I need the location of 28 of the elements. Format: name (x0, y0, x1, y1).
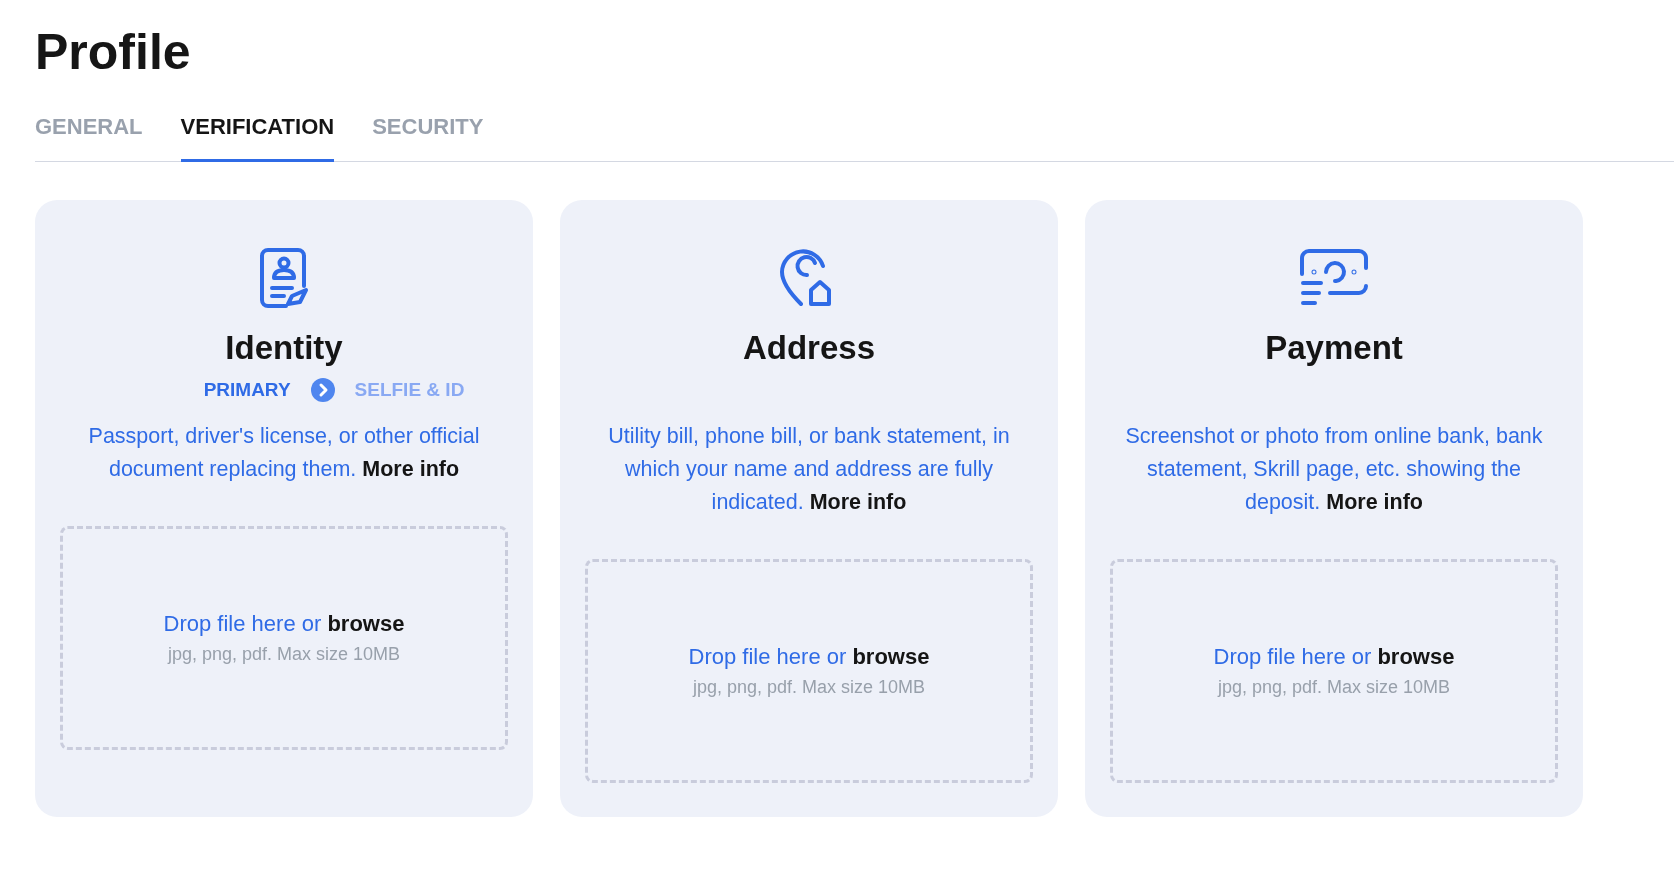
file-drop-zone[interactable]: Drop file here or browse jpg, png, pdf. Max size 10MB (60, 526, 508, 750)
step-label: PRIMARY (203, 377, 291, 402)
drop-instruction: Drop file here or browse (688, 642, 930, 671)
file-type-hint: jpg, png, pdf. Max size 10MB (1217, 675, 1451, 699)
id-document-icon (260, 248, 308, 308)
card-title: Address (742, 328, 876, 368)
card-title: Identity (225, 328, 343, 368)
money-icon (1300, 248, 1368, 308)
browse-link[interactable]: browse (327, 610, 405, 636)
more-info-link[interactable]: More info (809, 490, 907, 514)
drop-instruction: Drop file here or browse (1213, 642, 1455, 671)
file-drop-zone[interactable]: Drop file here or browse jpg, png, pdf. Max size 10MB (1110, 559, 1558, 783)
more-info-link[interactable]: More info (1326, 490, 1423, 514)
browse-link[interactable]: browse (1377, 643, 1455, 669)
tab[interactable]: VERIFICATION (180, 110, 335, 162)
card-description: Passport, driver's license, or other official document replacing them. More info (87, 423, 481, 483)
card-description: Screenshot or photo from online bank, bank statement, Skrill page, etc. showing the deposit. More info (1124, 423, 1544, 516)
drop-instruction: Drop file here or browse (163, 609, 405, 638)
chevron-right-icon (310, 378, 335, 402)
card-title: Payment (1265, 328, 1403, 368)
card-description: Utility bill, phone bill, or bank statement, in which your name and address are fully indicated. More info (607, 423, 1011, 516)
file-type-hint: jpg, png, pdf. Max size 10MB (692, 675, 926, 699)
file-drop-zone[interactable]: Drop file here or browse jpg, png, pdf. Max size 10MB (585, 559, 1033, 783)
page-title: Profile (35, 23, 191, 82)
step-label: SELFIE & ID (354, 377, 465, 402)
file-type-hint: jpg, png, pdf. Max size 10MB (167, 642, 401, 666)
browse-link[interactable]: browse (852, 643, 930, 669)
more-info-link[interactable]: More info (362, 457, 460, 481)
